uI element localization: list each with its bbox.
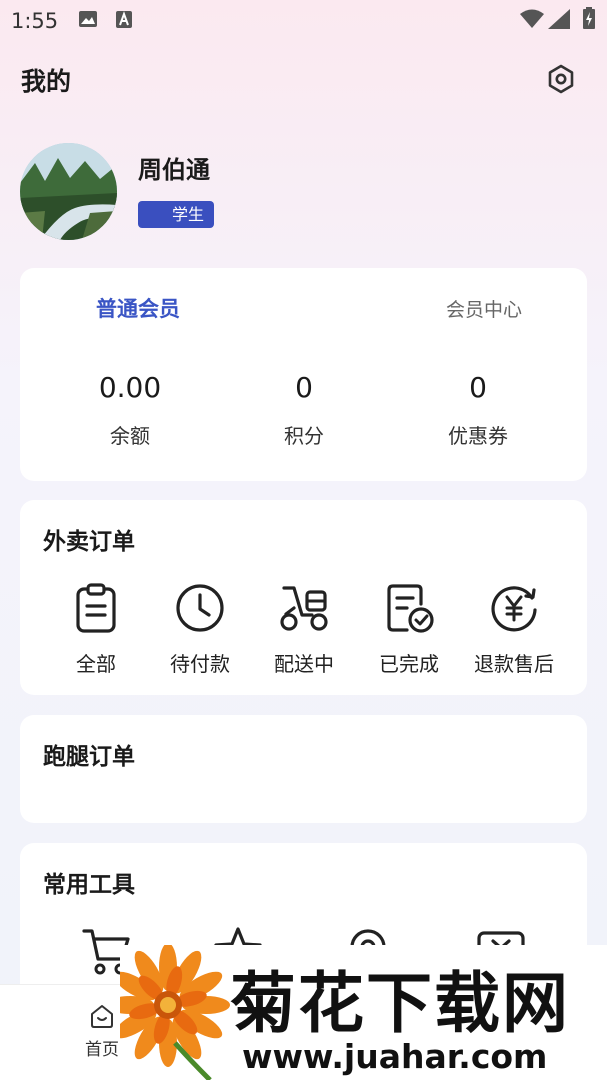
completed-doc-icon: [387, 584, 434, 633]
home-icon: [91, 1005, 113, 1028]
tools-title: 常用工具: [43, 872, 135, 898]
page-title: 我的: [21, 67, 72, 96]
flower-logo-icon: [120, 945, 230, 1080]
order-delivering[interactable]: 配送中: [249, 582, 359, 677]
order-refund[interactable]: 退款售后: [459, 582, 569, 677]
nav-home[interactable]: 首页: [80, 1003, 124, 1060]
takeout-orders-title: 外卖订单: [43, 529, 135, 555]
errand-orders-title: 跑腿订单: [43, 744, 135, 770]
takeout-orders-card: 外卖订单 全部 待付款 配送中 已完成 退款售后: [20, 500, 587, 695]
watermark-url: www.juahar.com: [242, 1037, 548, 1076]
stat-value: 0: [295, 371, 313, 404]
stat-label: 余额: [110, 424, 150, 448]
scooter-icon: [280, 586, 328, 631]
avatar-landscape-image: [20, 143, 117, 240]
order-pending-payment[interactable]: 待付款: [145, 582, 255, 677]
settings-icon[interactable]: [546, 64, 576, 94]
stat-points[interactable]: 0 积分: [224, 368, 384, 449]
refund-yen-icon: [491, 586, 537, 632]
watermark-title: 菊花下载网: [230, 965, 570, 1042]
user-name: 周伯通: [138, 156, 210, 184]
stat-value: 0.00: [98, 371, 162, 404]
image-notification-icon: [79, 11, 97, 27]
member-card: 普通会员 会员中心 0.00 余额 0 积分 0 优惠券: [20, 268, 587, 481]
clipboard-icon: [76, 583, 116, 633]
order-label: 配送中: [274, 652, 334, 676]
wifi-icon: [520, 9, 544, 28]
role-badge: 学生: [138, 201, 214, 228]
nav-home-label: 首页: [85, 1040, 119, 1060]
order-completed[interactable]: 已完成: [354, 582, 464, 677]
order-label: 全部: [76, 652, 116, 676]
clock-icon: [176, 584, 224, 632]
stat-value: 0: [469, 371, 487, 404]
errand-orders-card[interactable]: 跑腿订单: [20, 715, 587, 823]
battery-icon: [583, 7, 595, 29]
avatar[interactable]: [20, 143, 117, 240]
member-center-link[interactable]: 会员中心: [446, 295, 522, 322]
order-all[interactable]: 全部: [41, 582, 151, 677]
a-notification-icon: [116, 11, 132, 28]
status-bar: 1:55: [0, 0, 607, 42]
order-label: 已完成: [379, 652, 439, 676]
stat-label: 优惠券: [448, 424, 508, 448]
order-label: 退款售后: [474, 652, 554, 676]
signal-icon: [548, 9, 570, 29]
watermark: 菊花下载网 www.juahar.com: [120, 945, 607, 1080]
stat-balance[interactable]: 0.00 余额: [50, 368, 210, 449]
order-label: 待付款: [170, 652, 230, 676]
stat-label: 积分: [284, 424, 324, 448]
status-time: 1:55: [11, 9, 59, 33]
member-level: 普通会员: [96, 297, 180, 321]
stat-coupons[interactable]: 0 优惠券: [398, 368, 558, 449]
